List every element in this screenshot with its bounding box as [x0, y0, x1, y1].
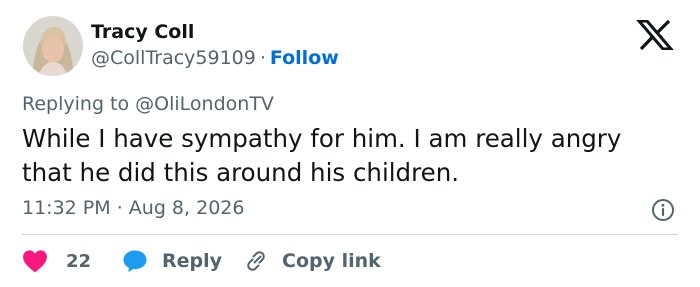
avatar-image: [23, 16, 83, 76]
follow-button[interactable]: Follow: [270, 47, 339, 69]
author-handle-row: @CollTracy59109 · Follow: [91, 47, 339, 69]
speech-bubble-icon: [123, 250, 147, 272]
timestamp-separator: ·: [116, 197, 123, 219]
copy-link-label: Copy link: [282, 250, 381, 272]
tweet-date: Aug 8, 2026: [128, 197, 245, 219]
divider: [22, 234, 678, 235]
timestamp[interactable]: 11:32 PM · Aug 8, 2026: [22, 197, 244, 219]
heart-icon: [23, 250, 47, 273]
info-icon[interactable]: [651, 198, 675, 222]
reply-mention-link[interactable]: @OliLondonTV: [135, 93, 274, 115]
link-icon: [247, 251, 265, 271]
avatar[interactable]: [23, 16, 83, 76]
reply-context: Replying to @OliLondonTV: [22, 93, 274, 115]
copy-link-button[interactable]: Copy link: [244, 249, 381, 273]
action-bar: 22 Reply Copy link: [22, 245, 381, 277]
like-button[interactable]: 22: [22, 249, 122, 273]
handle-separator: ·: [259, 47, 266, 69]
author-handle[interactable]: @CollTracy59109: [91, 47, 256, 69]
like-count: 22: [66, 250, 92, 272]
x-logo-icon[interactable]: [636, 20, 674, 50]
reply-prefix: Replying to: [22, 93, 130, 115]
tweet-time: 11:32 PM: [22, 197, 111, 219]
tweet-text: While I have sympathy for him. I am real…: [22, 124, 622, 187]
author-name[interactable]: Tracy Coll: [91, 21, 194, 43]
reply-label: Reply: [162, 250, 223, 272]
reply-button[interactable]: Reply: [122, 249, 244, 273]
